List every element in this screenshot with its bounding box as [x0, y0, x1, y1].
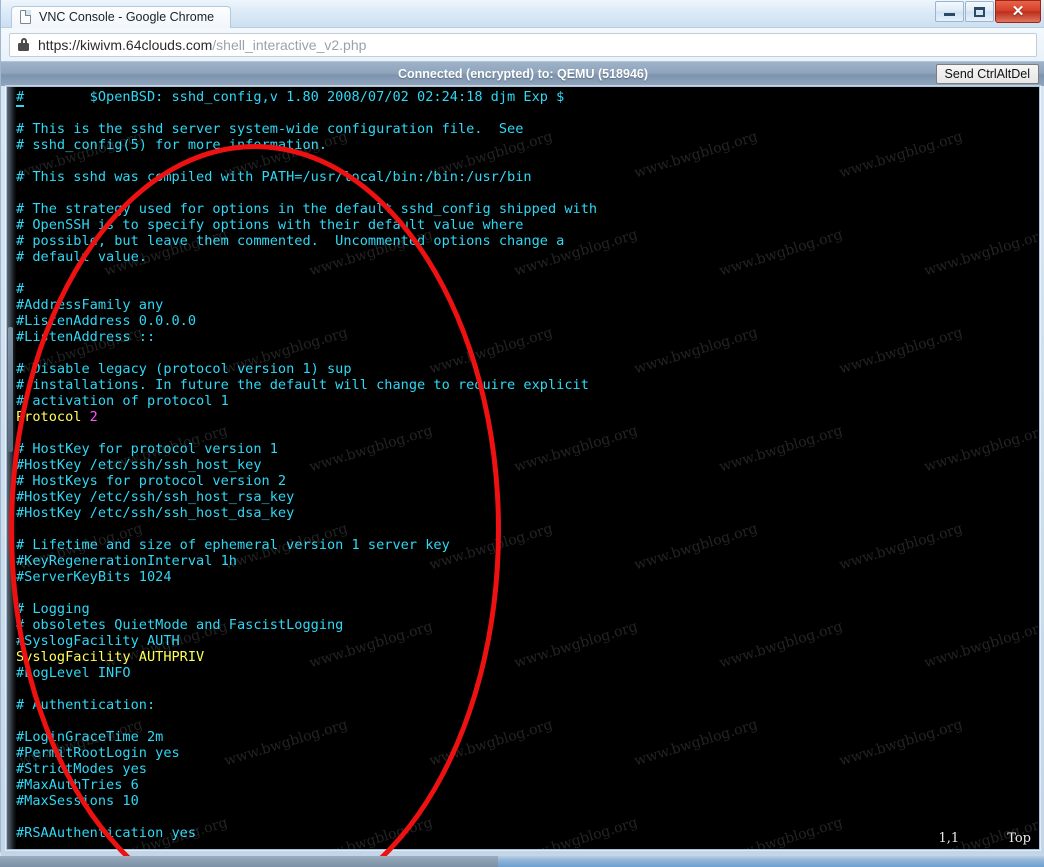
- terminal-line: # possible, but leave them commented. Un…: [16, 233, 565, 249]
- terminal-line: #KeyRegenerationInterval 1h: [16, 553, 237, 569]
- send-ctrl-alt-del-button[interactable]: Send CtrlAltDel: [935, 64, 1039, 84]
- terminal-line: #HostKey /etc/ssh/ssh_host_dsa_key: [16, 505, 295, 521]
- terminal-line: #: [16, 281, 25, 297]
- screenshot-root: VNC Console - Google Chrome ✕ https://ki…: [0, 0, 1044, 867]
- tab-title: VNC Console - Google Chrome: [39, 10, 215, 24]
- terminal-line: # obsoletes QuietMode and FascistLogging: [16, 617, 344, 633]
- terminal-line: #LoginGraceTime 2m: [16, 729, 164, 745]
- vnc-canvas-frame[interactable]: # $OpenBSD: sshd_config,v 1.80 2008/07/0…: [6, 86, 1040, 850]
- terminal-line: # installations. In future the default w…: [16, 377, 589, 393]
- cursor-position: 1,1: [938, 830, 960, 846]
- minimize-button[interactable]: [935, 1, 964, 22]
- vnc-left-gutter: [7, 87, 16, 849]
- vim-status-line: 1,1 Top: [731, 829, 1032, 847]
- terminal-line: # activation of protocol 1: [16, 393, 229, 409]
- omnibox-row: https://kiwivm.64clouds.com/shell_intera…: [1, 28, 1044, 62]
- terminal-line: Protocol 2: [16, 409, 1039, 425]
- terminal-line: # HostKeys for protocol version 2: [16, 473, 287, 489]
- terminal-line: #LogLevel INFO: [16, 665, 131, 681]
- terminal-line: #ServerKeyBits 1024: [16, 569, 172, 585]
- taskbar-sliver-left: [0, 856, 498, 867]
- close-button[interactable]: ✕: [995, 0, 1041, 23]
- url-path: /shell_interactive_v2.php: [212, 36, 367, 53]
- terminal-directive: Protocol: [16, 409, 90, 425]
- maximize-icon: [974, 6, 985, 17]
- url-origin: https://kiwivm.64clouds.com: [38, 36, 213, 53]
- terminal-line: #MaxSessions 10: [16, 793, 139, 809]
- terminal-line: # This sshd was compiled with PATH=/usr/…: [16, 169, 532, 185]
- terminal-line: #AddressFamily any: [16, 297, 164, 313]
- terminal-line: #ListenAddress 0.0.0.0: [16, 313, 197, 329]
- terminal-line: # sshd_config(5) for more information.: [16, 137, 327, 153]
- title-bar: VNC Console - Google Chrome ✕: [1, 0, 1044, 28]
- terminal-line: # $OpenBSD: sshd_config,v 1.80 2008/07/0…: [16, 89, 1039, 107]
- terminal-line: #ListenAddress ::: [16, 329, 156, 345]
- close-icon: ✕: [1011, 3, 1025, 20]
- maximize-button[interactable]: [965, 1, 994, 22]
- terminal-line: #PermitRootLogin yes: [16, 745, 180, 761]
- terminal-line: SyslogFacility AUTHPRIV: [16, 649, 205, 665]
- url-text: https://kiwivm.64clouds.com/shell_intera…: [38, 37, 366, 53]
- window-controls: ✕: [934, 0, 1041, 24]
- terminal-line: #HostKey /etc/ssh/ssh_host_rsa_key: [16, 489, 295, 505]
- terminal-value: 2: [89, 409, 98, 425]
- terminal-line: # This is the sshd server system-wide co…: [16, 121, 524, 137]
- vnc-page: Connected (encrypted) to: QEMU (518946) …: [1, 62, 1044, 856]
- terminal-line: # Logging: [16, 601, 90, 617]
- scroll-position: Top: [1007, 830, 1031, 846]
- terminal-line: # default value.: [16, 249, 147, 265]
- connection-status-text: Connected (encrypted) to: QEMU (518946): [397, 67, 649, 81]
- lock-icon: [18, 38, 29, 51]
- terminal-line-text: $OpenBSD: sshd_config,v 1.80 2008/07/02 …: [24, 89, 565, 105]
- terminal-line: #MaxAuthTries 6: [16, 777, 139, 793]
- terminal-line: # HostKey for protocol version 1: [16, 441, 278, 457]
- terminal-line: # Disable legacy (protocol version 1) su…: [16, 361, 352, 377]
- taskbar-sliver: [0, 856, 1044, 867]
- page-icon: [20, 10, 31, 24]
- vnc-status-bar: Connected (encrypted) to: QEMU (518946) …: [1, 62, 1044, 86]
- terminal-line: # Lifetime and size of ephemeral version…: [16, 537, 450, 553]
- terminal-line: # Authentication:: [16, 697, 156, 713]
- browser-tab[interactable]: VNC Console - Google Chrome: [11, 5, 232, 28]
- terminal-line: #SyslogFacility AUTH: [16, 633, 180, 649]
- terminal-line: # The strategy used for options in the d…: [16, 201, 598, 217]
- vnc-canvas[interactable]: # $OpenBSD: sshd_config,v 1.80 2008/07/0…: [7, 87, 1039, 849]
- terminal-text: # $OpenBSD: sshd_config,v 1.80 2008/07/0…: [16, 89, 1039, 849]
- address-bar[interactable]: https://kiwivm.64clouds.com/shell_intera…: [9, 32, 1037, 57]
- terminal-line: # OpenSSH is to specify options with the…: [16, 217, 524, 233]
- terminal-line: #HostKey /etc/ssh/ssh_host_key: [16, 457, 262, 473]
- browser-window: VNC Console - Google Chrome ✕ https://ki…: [0, 0, 1044, 856]
- minimize-icon: [944, 13, 955, 16]
- terminal-line: #StrictModes yes: [16, 761, 147, 777]
